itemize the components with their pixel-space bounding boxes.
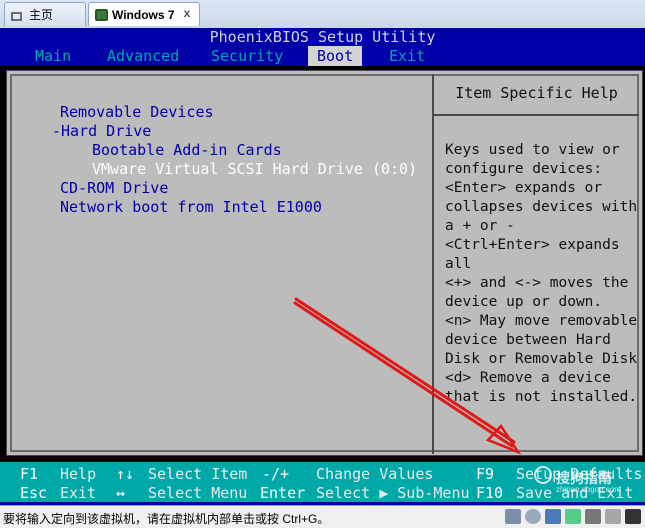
- footer-key-leftright: ↔: [116, 484, 126, 502]
- menu-boot[interactable]: Boot: [308, 46, 363, 66]
- help-line: <+> and <-> moves the: [445, 275, 629, 291]
- footer-key-enter: Enter: [260, 484, 306, 502]
- harddisk-icon[interactable]: [505, 509, 521, 524]
- menu-exit[interactable]: Exit: [380, 46, 434, 66]
- footer-key-f9: F9: [476, 465, 495, 483]
- tab-home-label: 主页: [29, 8, 54, 22]
- status-bar: 要将输入定向到该虚拟机，请在虚拟机内部单击或按 Ctrl+G。: [0, 505, 645, 528]
- boot-item-network[interactable]: Network boot from Intel E1000: [60, 198, 322, 217]
- boot-item-cdrom[interactable]: CD-ROM Drive: [60, 179, 168, 198]
- help-line: that is not installed.: [445, 389, 638, 405]
- help-line: <Enter> expands or: [445, 180, 603, 196]
- help-line: Disk or Removable Disk: [445, 351, 638, 367]
- help-line: collapses devices with: [445, 199, 638, 215]
- watermark-sub: zhinan.sogou.com: [556, 485, 621, 494]
- footer-label-exit: Exit: [60, 484, 97, 502]
- help-line: a + or -: [445, 218, 515, 234]
- watermark: 搜狗指南 zhinan.sogou.com: [530, 460, 640, 494]
- bios-menu-bar: Main Advanced Security Boot Exit: [0, 46, 645, 66]
- footer-label-help: Help: [60, 465, 97, 483]
- help-divider: [434, 114, 639, 116]
- cdrom-icon[interactable]: [525, 509, 541, 524]
- footer-key-updown: ↑↓: [116, 465, 135, 483]
- close-icon[interactable]: x: [181, 7, 193, 19]
- status-text: 要将输入定向到该虚拟机，请在虚拟机内部单击或按 Ctrl+G。: [3, 512, 330, 526]
- tab-home[interactable]: 主页: [4, 2, 86, 26]
- footer-key-esc: Esc: [20, 484, 48, 502]
- help-line: device between Hard: [445, 332, 611, 348]
- help-title: Item Specific Help: [455, 84, 618, 102]
- help-line: <n> May move removable: [445, 313, 638, 329]
- help-line: <Ctrl+Enter> expands: [445, 237, 620, 253]
- help-line: all: [445, 256, 472, 272]
- home-icon: [11, 9, 25, 21]
- help-line: device up or down.: [445, 294, 603, 310]
- tab-bar: 主页 Windows 7 x: [0, 0, 645, 29]
- usb-icon[interactable]: [565, 509, 581, 524]
- menu-main[interactable]: Main: [26, 46, 80, 66]
- footer-key-minus-plus: -/+: [262, 465, 290, 483]
- footer-label-change-values: Change Values: [316, 465, 434, 483]
- help-line: Keys used to view or: [445, 142, 620, 158]
- footer-label-select-item: Select Item: [148, 465, 248, 483]
- watermark-logo-icon: [534, 466, 552, 484]
- boot-item-addin-cards[interactable]: Bootable Add-in Cards: [92, 141, 282, 160]
- printer-icon[interactable]: [585, 509, 601, 524]
- boot-item-removable[interactable]: Removable Devices: [60, 103, 214, 122]
- footer-label-select-menu: Select Menu: [148, 484, 248, 502]
- tab-windows7[interactable]: Windows 7 x: [88, 2, 200, 26]
- footer-label-select-submenu: Select ▶ Sub-Menu: [316, 484, 470, 502]
- footer-key-f1: F1: [20, 465, 39, 483]
- boot-item-vmware-scsi[interactable]: VMware Virtual SCSI Hard Drive (0:0): [92, 160, 417, 179]
- vm-icon: [95, 8, 108, 21]
- panel-divider: [432, 74, 434, 454]
- footer-key-f10: F10: [476, 484, 504, 502]
- bios-title: PhoenixBIOS Setup Utility: [0, 28, 645, 46]
- display-icon[interactable]: [625, 509, 641, 524]
- menu-advanced[interactable]: Advanced: [98, 46, 188, 66]
- tab-windows7-label: Windows 7: [112, 7, 175, 22]
- menu-security[interactable]: Security: [202, 46, 292, 66]
- boot-item-hard-drive[interactable]: -Hard Drive: [52, 122, 151, 141]
- help-text: Keys used to view or configure devices: …: [445, 141, 638, 407]
- sound-icon[interactable]: [605, 509, 621, 524]
- status-icons: [505, 509, 641, 524]
- help-line: <d> Remove a device: [445, 370, 611, 386]
- help-line: configure devices:: [445, 161, 603, 177]
- network-icon[interactable]: [545, 509, 561, 524]
